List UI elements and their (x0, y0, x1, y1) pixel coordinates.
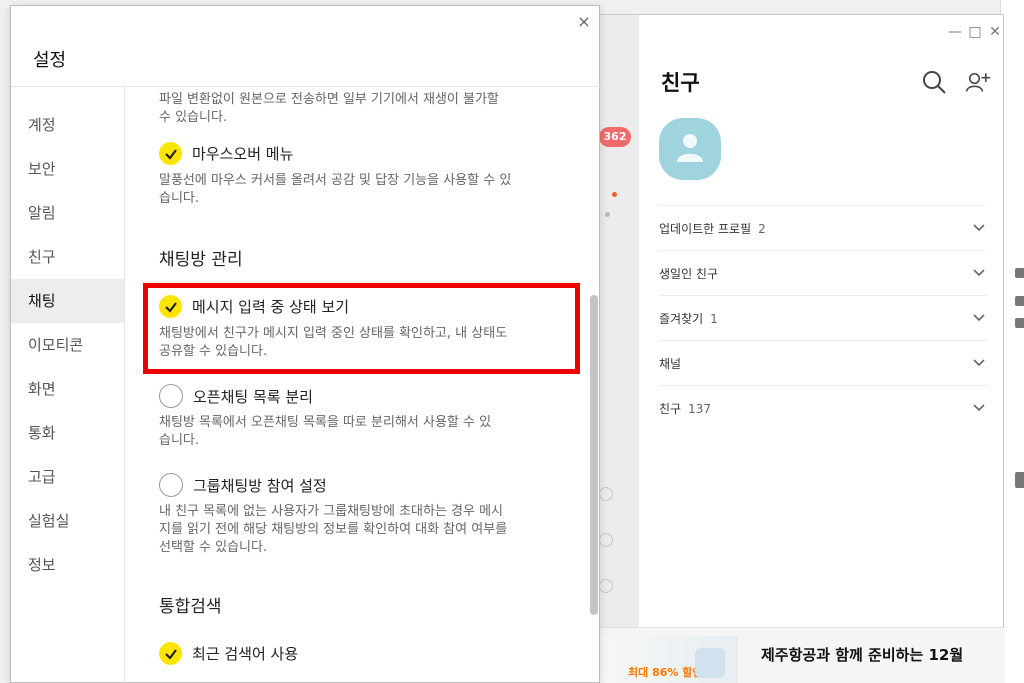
chevron-down-icon[interactable] (971, 220, 987, 236)
sidebar-item-about[interactable]: 정보 (11, 543, 124, 587)
ad-product-image (695, 648, 725, 678)
scrollbar-thumb[interactable] (590, 295, 598, 615)
friends-list-count: 137 (688, 401, 711, 416)
background-glyph (1015, 472, 1024, 488)
section-heading-chatroom: 채팅방 관리 (159, 250, 243, 270)
sidebar-item-chat[interactable]: 채팅 (11, 279, 124, 323)
maximize-icon[interactable]: □ (965, 25, 985, 39)
option-label: 오픈채팅 목록 분리 (193, 387, 313, 406)
friends-list-label: 생일인 친구 (659, 266, 719, 281)
ad-thumbnail: 최대 86% 할인 (600, 636, 738, 683)
friends-list-label: 채널 (659, 356, 682, 371)
nav-icon[interactable] (599, 533, 613, 547)
section-heading-search: 통합검색 (159, 597, 222, 617)
background-glyph (1015, 318, 1024, 328)
close-icon[interactable]: ✕ (985, 25, 1005, 39)
friends-title: 친구 (661, 71, 700, 95)
person-icon (677, 134, 703, 162)
option-label: 최근 검색어 사용 (192, 645, 299, 663)
option-label: 메시지 입력 중 상태 보기 (192, 298, 350, 316)
recent-search-option[interactable]: 최근 검색어 사용 (159, 642, 298, 665)
groupchat-join-option[interactable]: 그룹채팅방 참여 설정 (159, 473, 327, 497)
chevron-down-icon[interactable] (971, 265, 987, 281)
friends-list-item[interactable]: 채널 (659, 340, 987, 385)
sidebar-item-display[interactable]: 화면 (11, 367, 124, 411)
close-icon[interactable]: × (574, 12, 594, 31)
sidebar-item-friends[interactable]: 친구 (11, 235, 124, 279)
checkbox-checked[interactable] (159, 642, 182, 665)
minimize-icon[interactable]: — (945, 25, 965, 39)
friends-list-item[interactable]: 즐겨찾기 1 (659, 295, 987, 340)
check-icon (164, 148, 177, 160)
chevron-down-icon[interactable] (971, 400, 987, 416)
option-description: 말풍선에 마우스 커서를 올려서 공감 및 답장 기능을 사용할 수 있 습니다… (159, 173, 512, 206)
settings-sidebar: 계정 보안 알림 친구 채팅 이모티콘 화면 통화 고급 실험실 정보 (11, 86, 125, 683)
settings-title: 설정 (33, 50, 67, 71)
search-icon[interactable] (921, 69, 947, 95)
settings-dialog: × 설정 계정 보안 알림 친구 채팅 이모티콘 화면 통화 고급 실험실 정보… (10, 5, 601, 683)
sidebar-item-labs[interactable]: 실험실 (11, 499, 124, 543)
unread-badge: 362 (599, 127, 631, 147)
chevron-down-icon[interactable] (971, 310, 987, 326)
nav-icon[interactable] (599, 487, 613, 501)
checkbox-checked[interactable] (159, 295, 182, 318)
sidebar-item-calls[interactable]: 통화 (11, 411, 124, 455)
indicator-dot (605, 212, 610, 217)
add-friend-icon[interactable] (965, 69, 991, 95)
typing-status-option[interactable]: 메시지 입력 중 상태 보기 (159, 295, 349, 318)
ad-banner[interactable]: 최대 86% 할인 제주항공과 함께 준비하는 12월 (561, 627, 1005, 683)
sidebar-item-security[interactable]: 보안 (11, 147, 124, 191)
friends-list-label: 친구 (659, 401, 682, 416)
friends-list-count: 1 (710, 311, 718, 326)
ad-thumbnail-text: 최대 86% 할인 (628, 666, 703, 679)
background-glyph (1015, 296, 1024, 306)
check-icon (164, 648, 177, 660)
friends-window: 362 — □ ✕ 친구 업데이트한 프로필 2 생일인 친구 즐겨찾기 1 채… (560, 14, 1005, 683)
friends-list-label: 업데이트한 프로필 (659, 221, 752, 236)
sidebar-item-account[interactable]: 계정 (11, 103, 124, 147)
mouseover-menu-option[interactable]: 마우스오버 메뉴 (159, 142, 293, 165)
option-description: 내 친구 목록에 없는 사용자가 그룹채팅방에 초대하는 경우 메시 지를 읽기… (159, 504, 508, 555)
background-glyph (1015, 268, 1024, 278)
sidebar-item-emoticons[interactable]: 이모티콘 (11, 323, 124, 367)
friends-list-item[interactable]: 업데이트한 프로필 2 (659, 205, 987, 250)
option-description: 파일 변환없이 원본으로 전송하면 일부 기기에서 재생이 불가할 수 있습니다… (159, 92, 499, 125)
option-description: 채팅방 목록에서 오픈채팅 목록을 따로 분리해서 사용할 수 있 습니다. (159, 415, 492, 448)
check-icon (164, 301, 177, 313)
friends-list: 업데이트한 프로필 2 생일인 친구 즐겨찾기 1 채널 친구 137 (659, 205, 987, 430)
checkbox-checked[interactable] (159, 142, 182, 165)
openchat-separate-option[interactable]: 오픈채팅 목록 분리 (159, 384, 313, 408)
checkbox-unchecked[interactable] (159, 473, 183, 497)
chevron-down-icon[interactable] (971, 355, 987, 371)
ad-headline: 제주항공과 함께 준비하는 12월 (761, 646, 964, 664)
sidebar-item-advanced[interactable]: 고급 (11, 455, 124, 499)
notification-dot (612, 192, 617, 197)
option-description: 채팅방에서 친구가 메시지 입력 중인 상태를 확인하고, 내 상태도 공유할 … (159, 326, 508, 359)
my-profile-avatar[interactable] (659, 118, 721, 180)
friends-list-label: 즐겨찾기 (659, 311, 704, 326)
friends-list-item[interactable]: 친구 137 (659, 385, 987, 430)
friends-list-item[interactable]: 생일인 친구 (659, 250, 987, 295)
option-label: 마우스오버 메뉴 (192, 145, 294, 163)
nav-icon[interactable] (599, 579, 613, 593)
checkbox-unchecked[interactable] (159, 384, 183, 408)
settings-content: 파일 변환없이 원본으로 전송하면 일부 기기에서 재생이 불가할 수 있습니다… (126, 86, 601, 683)
sidebar-item-notifications[interactable]: 알림 (11, 191, 124, 235)
friends-list-count: 2 (758, 221, 766, 236)
option-label: 그룹채팅방 참여 설정 (193, 476, 327, 495)
